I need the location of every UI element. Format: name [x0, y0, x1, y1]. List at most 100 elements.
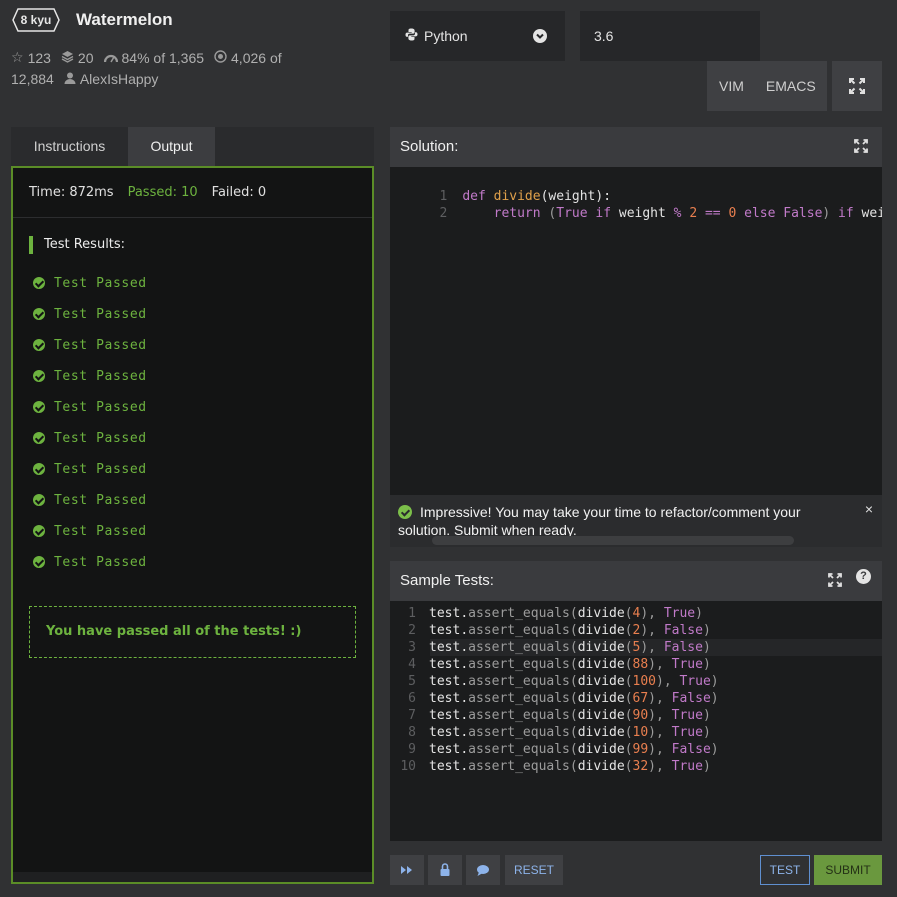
code-token: .: [460, 657, 469, 672]
code-token: test: [429, 657, 461, 672]
code-token: True: [671, 708, 703, 723]
line-number: 1: [408, 606, 416, 621]
tab-instructions[interactable]: Instructions: [11, 127, 128, 166]
reset-button[interactable]: RESET: [505, 855, 563, 885]
code-token: ): [648, 759, 656, 774]
code-token: True: [671, 759, 703, 774]
code-token: (: [624, 623, 633, 638]
code-token: (: [569, 759, 578, 774]
check-circle-icon: [33, 339, 45, 351]
test-result-label: Test Passed: [54, 399, 147, 415]
check-circle-icon: [33, 277, 45, 289]
code-token: if: [587, 206, 612, 221]
code-line: 2 test.assert_equals(divide(2), False): [390, 622, 711, 639]
code-token: True: [663, 606, 696, 621]
code-token: ): [648, 708, 656, 723]
code-token: test: [429, 606, 461, 621]
chevron-down-icon: [533, 29, 547, 43]
code-token: divide: [577, 725, 625, 740]
code-token: (: [624, 708, 633, 723]
collections-count: 20: [77, 49, 94, 66]
code-token: ): [695, 606, 703, 621]
test-result-item: Test Passed: [33, 491, 147, 509]
code-token: (: [540, 206, 557, 221]
run-all-button[interactable]: [390, 855, 424, 885]
editor-mode-group: VIM EMACS: [707, 61, 827, 111]
code-line: 10 test.assert_equals(divide(32), True): [390, 758, 710, 775]
code-token: ): [702, 725, 711, 740]
code-token: test: [429, 725, 461, 740]
emacs-mode-button[interactable]: EMACS: [766, 61, 816, 111]
code-token: assert_equals: [468, 623, 570, 638]
discuss-button[interactable]: [466, 855, 500, 885]
language-select[interactable]: Python: [390, 11, 565, 61]
code-token: ): [648, 657, 656, 672]
kata-title[interactable]: Watermelon: [76, 10, 173, 30]
unlock-solutions-button[interactable]: [428, 855, 462, 885]
author-link[interactable]: AlexIsHappy: [80, 71, 159, 87]
sample-tests-title: Sample Tests:: [400, 572, 494, 589]
horizontal-scrollbar[interactable]: [13, 872, 372, 882]
code-token: .: [460, 759, 469, 774]
code-token: 88: [632, 657, 649, 672]
chat-icon: [477, 865, 489, 876]
line-number: 4: [408, 657, 416, 672]
code-token: ): [702, 623, 711, 638]
star-icon[interactable]: ☆: [11, 49, 24, 66]
check-circle-icon: [398, 505, 412, 519]
code-token: False: [663, 640, 703, 655]
code-token: True: [671, 725, 703, 740]
vim-mode-button[interactable]: VIM: [719, 61, 744, 111]
collections-icon[interactable]: [61, 50, 74, 66]
test-result-item: Test Passed: [33, 398, 147, 416]
code-token: True: [671, 657, 703, 672]
version-select[interactable]: 3.6: [580, 11, 760, 61]
success-notification: Impressive! You may take your time to re…: [390, 495, 882, 547]
test-result-label: Test Passed: [54, 554, 147, 570]
solution-editor[interactable]: 1 def divide(weight): 2 return (True if w…: [390, 167, 882, 495]
close-icon[interactable]: ×: [865, 500, 873, 518]
code-token: ): [640, 640, 649, 655]
fullscreen-button[interactable]: [832, 61, 882, 111]
submit-button[interactable]: SUBMIT: [814, 855, 882, 885]
code-token: assert_equals: [468, 640, 570, 655]
help-icon[interactable]: ?: [856, 569, 871, 584]
check-circle-icon: [33, 556, 45, 568]
tab-output[interactable]: Output: [128, 127, 215, 166]
code-token: (: [569, 691, 578, 706]
code-token: ): [702, 708, 711, 723]
test-result-label: Test Passed: [54, 337, 147, 353]
code-token: (: [569, 606, 578, 621]
code-token: ,: [663, 674, 680, 689]
code-token: (: [569, 623, 578, 638]
code-token: (: [624, 606, 633, 621]
version-select-value: 3.6: [594, 28, 614, 44]
code-token: return: [493, 206, 541, 221]
expand-icon[interactable]: [828, 573, 842, 587]
line-number: 3: [408, 640, 416, 655]
completions-count: 4,026 of: [231, 49, 282, 66]
sample-tests-editor[interactable]: 1 test.assert_equals(divide(4), True) 2 tes…: [390, 601, 882, 841]
test-result-label: Test Passed: [54, 306, 147, 322]
code-token: test: [429, 742, 461, 757]
kata-stats: ☆ 123 20 84% of 1,365 4,026 of: [11, 49, 282, 66]
check-circle-icon: [33, 525, 45, 537]
code-token: ): [648, 725, 656, 740]
code-token: 0: [720, 206, 737, 221]
horizontal-scrollbar[interactable]: [432, 536, 794, 545]
code-token: ): [702, 640, 711, 655]
code-token: assert_equals: [468, 606, 570, 621]
code-line: 1 def divide(weight):: [390, 171, 611, 204]
code-token: .: [460, 674, 469, 689]
test-button[interactable]: TEST: [760, 855, 810, 885]
line-number: 2: [408, 623, 416, 638]
code-token: weight: [611, 206, 666, 221]
code-token: (: [569, 742, 578, 757]
test-result-label: Test Passed: [54, 430, 147, 446]
test-result-item: Test Passed: [33, 429, 147, 447]
language-select-value: Python: [424, 28, 468, 44]
expand-icon[interactable]: [854, 139, 868, 153]
code-token: True: [556, 206, 588, 221]
code-token: (: [569, 657, 578, 672]
